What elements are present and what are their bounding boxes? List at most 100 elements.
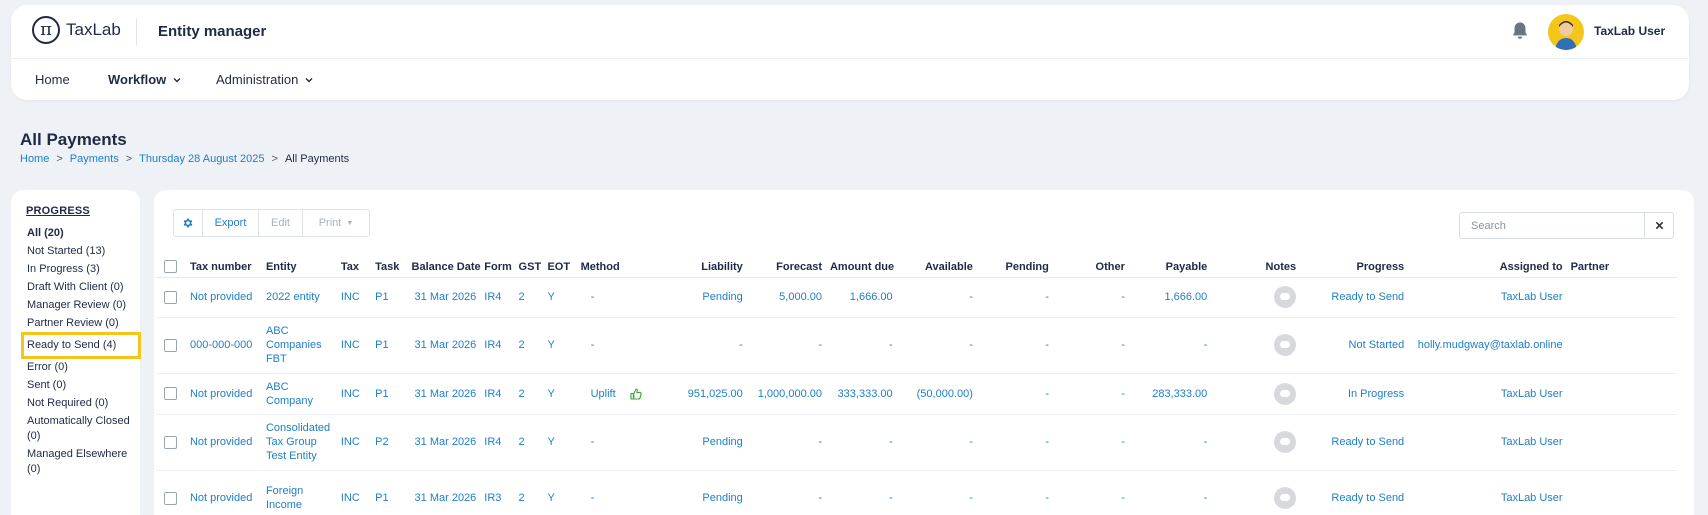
cell-eot[interactable]: Y bbox=[543, 317, 577, 374]
cell-amount-due[interactable]: - bbox=[825, 317, 897, 374]
cell-method[interactable]: - bbox=[576, 277, 640, 318]
column-header-gst[interactable]: GST bbox=[514, 242, 544, 278]
cell-form[interactable]: IR4 bbox=[480, 373, 515, 415]
cell-assigned-to[interactable]: TaxLab User bbox=[1408, 414, 1567, 471]
breadcrumb-payments[interactable]: Payments bbox=[70, 153, 119, 165]
column-header-amount-due[interactable]: Amount due bbox=[825, 242, 897, 278]
clear-search-button[interactable] bbox=[1644, 212, 1674, 239]
cell-task[interactable]: P1 bbox=[371, 373, 408, 415]
cell-liability[interactable]: Pending bbox=[639, 414, 747, 471]
cell-gst[interactable]: 2 bbox=[514, 470, 544, 515]
cell-other[interactable]: - bbox=[1052, 277, 1129, 318]
column-header-other[interactable]: Other bbox=[1052, 242, 1129, 278]
cell-entity[interactable]: Foreign Income bbox=[261, 470, 337, 515]
progress-filter-all[interactable]: All (20) bbox=[27, 226, 135, 241]
cell-tax[interactable]: INC bbox=[336, 414, 372, 471]
cell-assigned-to[interactable]: TaxLab User bbox=[1408, 373, 1567, 415]
column-header-liability[interactable]: Liability bbox=[639, 242, 747, 278]
cell-eot[interactable]: Y bbox=[543, 373, 577, 415]
cell-pending[interactable]: - bbox=[976, 470, 1053, 515]
column-header-balance-date[interactable]: Balance Date bbox=[407, 242, 481, 278]
cell-partner[interactable] bbox=[1566, 470, 1677, 515]
edit-button[interactable]: Edit bbox=[259, 210, 303, 236]
cell-partner[interactable] bbox=[1566, 317, 1677, 374]
cell-task[interactable]: P1 bbox=[371, 470, 408, 515]
cell-balance-date[interactable]: 31 Mar 2026 bbox=[407, 470, 481, 515]
cell-forecast[interactable]: - bbox=[746, 317, 826, 374]
cell-gst[interactable]: 2 bbox=[514, 414, 544, 471]
cell-payable[interactable]: 283,333.00 bbox=[1128, 373, 1212, 415]
cell-available[interactable]: - bbox=[896, 414, 977, 471]
print-button[interactable]: Print ▼ bbox=[303, 210, 369, 236]
table-row[interactable]: 000-000-000 ABC Companies FBT INC P1 31 … bbox=[156, 317, 1677, 374]
cell-tax-number[interactable]: Not provided bbox=[185, 373, 262, 415]
column-header-payable[interactable]: Payable bbox=[1128, 242, 1212, 278]
progress-filter-draft-with-client[interactable]: Draft With Client (0) bbox=[27, 280, 135, 295]
cell-form[interactable]: IR4 bbox=[480, 317, 515, 374]
cell-tax-number[interactable]: Not provided bbox=[185, 414, 262, 471]
progress-filter-error[interactable]: Error (0) bbox=[27, 360, 135, 375]
bell-icon[interactable] bbox=[1511, 21, 1529, 41]
cell-tax-number[interactable]: Not provided bbox=[185, 277, 262, 318]
column-header-method[interactable]: Method bbox=[576, 242, 640, 278]
column-header-tax[interactable]: Tax bbox=[336, 242, 372, 278]
progress-filter-sent[interactable]: Sent (0) bbox=[27, 378, 135, 393]
cell-form[interactable]: IR4 bbox=[480, 277, 515, 318]
cell-pending[interactable]: - bbox=[976, 414, 1053, 471]
settings-button[interactable] bbox=[174, 210, 203, 236]
cell-balance-date[interactable]: 31 Mar 2026 bbox=[407, 317, 481, 374]
column-header-entity[interactable]: Entity bbox=[261, 242, 337, 278]
cell-task[interactable]: P1 bbox=[371, 277, 408, 318]
cell-amount-due[interactable]: - bbox=[825, 470, 897, 515]
cell-partner[interactable] bbox=[1566, 277, 1677, 318]
table-row[interactable]: Not provided ABC Company INC P1 31 Mar 2… bbox=[156, 373, 1677, 415]
cell-tax[interactable]: INC bbox=[336, 317, 372, 374]
cell-method[interactable]: - bbox=[576, 317, 640, 374]
row-checkbox[interactable] bbox=[164, 491, 178, 505]
cell-other[interactable]: - bbox=[1052, 414, 1129, 471]
cell-other[interactable]: - bbox=[1052, 317, 1129, 374]
cell-pending[interactable]: - bbox=[976, 317, 1053, 374]
cell-tax[interactable]: INC bbox=[336, 277, 372, 318]
column-header-form[interactable]: Form bbox=[480, 242, 515, 278]
column-header-progress[interactable]: Progress bbox=[1300, 242, 1409, 278]
comment-icon[interactable] bbox=[1274, 334, 1297, 356]
cell-tax[interactable]: INC bbox=[336, 470, 372, 515]
progress-filter-manager-review[interactable]: Manager Review (0) bbox=[27, 298, 135, 313]
progress-filter-managed-elsewhere[interactable]: Managed Elsewhere (0) bbox=[27, 447, 135, 477]
cell-task[interactable]: P1 bbox=[371, 317, 408, 374]
progress-filter-automatically-closed[interactable]: Automatically Closed (0) bbox=[27, 414, 135, 444]
row-checkbox[interactable] bbox=[164, 290, 178, 304]
cell-available[interactable]: - bbox=[896, 317, 977, 374]
cell-balance-date[interactable]: 31 Mar 2026 bbox=[407, 277, 481, 318]
cell-task[interactable]: P2 bbox=[371, 414, 408, 471]
comment-icon[interactable] bbox=[1274, 286, 1297, 308]
cell-method[interactable]: - bbox=[576, 414, 640, 471]
cell-payable[interactable]: 1,666.00 bbox=[1128, 277, 1212, 318]
cell-liability[interactable]: - bbox=[639, 317, 747, 374]
select-all-checkbox[interactable] bbox=[164, 259, 178, 273]
breadcrumb-home[interactable]: Home bbox=[20, 153, 49, 165]
comment-icon[interactable] bbox=[1274, 431, 1297, 453]
nav-home[interactable]: Home bbox=[35, 72, 70, 87]
progress-filter-not-required[interactable]: Not Required (0) bbox=[27, 396, 135, 411]
cell-entity[interactable]: Consolidated Tax Group Test Entity bbox=[261, 414, 337, 471]
cell-payable[interactable]: - bbox=[1128, 414, 1212, 471]
column-header-forecast[interactable]: Forecast bbox=[746, 242, 826, 278]
cell-liability[interactable]: Pending bbox=[639, 470, 747, 515]
row-checkbox[interactable] bbox=[164, 387, 178, 401]
cell-pending[interactable]: - bbox=[976, 373, 1053, 415]
cell-progress[interactable]: In Progress bbox=[1300, 373, 1409, 415]
cell-eot[interactable]: Y bbox=[543, 277, 577, 318]
cell-forecast[interactable]: - bbox=[746, 414, 826, 471]
cell-payable[interactable]: - bbox=[1128, 470, 1212, 515]
column-header-available[interactable]: Available bbox=[896, 242, 977, 278]
table-row[interactable]: Not provided Consolidated Tax Group Test… bbox=[156, 414, 1677, 471]
cell-assigned-to[interactable]: holly.mudgway@taxlab.online bbox=[1408, 317, 1567, 374]
cell-available[interactable]: - bbox=[896, 470, 977, 515]
cell-other[interactable]: - bbox=[1052, 373, 1129, 415]
search-input[interactable] bbox=[1459, 212, 1645, 239]
comment-icon[interactable] bbox=[1274, 487, 1297, 509]
cell-gst[interactable]: 2 bbox=[514, 277, 544, 318]
cell-payable[interactable]: - bbox=[1128, 317, 1212, 374]
